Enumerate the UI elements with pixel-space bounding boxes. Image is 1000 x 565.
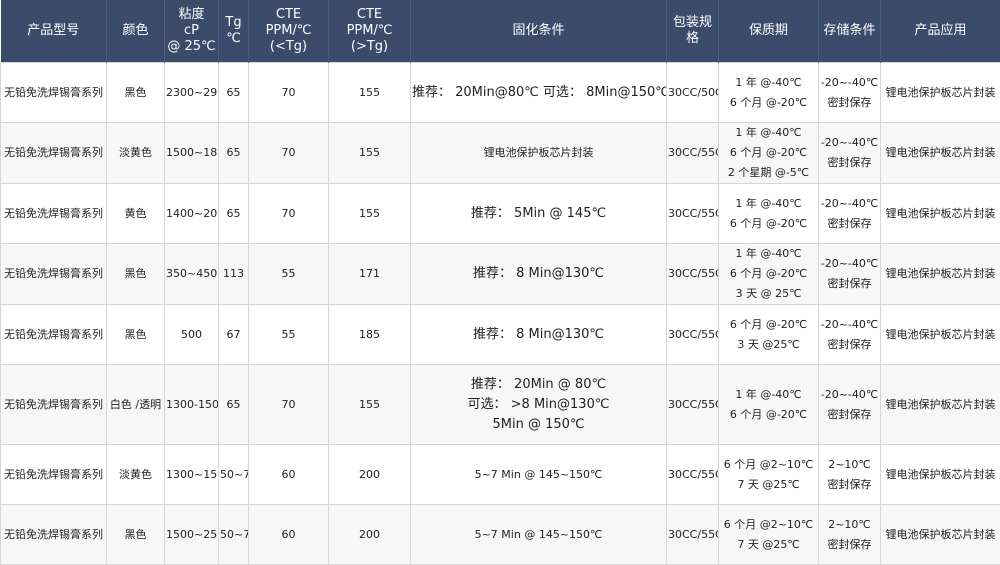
header-application: 产品应用 <box>881 0 1000 63</box>
cell-cure: 推荐： 5Min @ 145℃ <box>411 184 667 244</box>
cell-cte-low: 70 <box>249 184 329 244</box>
cell-storage: -20~-40℃ 密封保存 <box>819 244 881 305</box>
cell-cure: 锂电池保护板芯片封装 <box>411 123 667 184</box>
cell-storage: -20~-40℃ 密封保存 <box>819 63 881 123</box>
cell-cte-low: 55 <box>249 244 329 305</box>
cell-cte-high: 155 <box>329 365 411 445</box>
cell-cte-high: 200 <box>329 445 411 505</box>
table-row: 无铅免洗焊锡膏系列 黑色 350~450 113 55 171 推荐： 8 Mi… <box>1 244 1000 305</box>
cell-viscosity: 500 <box>165 305 219 365</box>
cell-application: 锂电池保护板芯片封装 <box>881 244 1000 305</box>
cell-color: 白色 /透明 <box>107 365 165 445</box>
cell-package: 30CC/50CC <box>667 63 719 123</box>
cell-application: 锂电池保护板芯片封装 <box>881 63 1000 123</box>
cell-model: 无铅免洗焊锡膏系列 <box>1 445 107 505</box>
cell-cte-low: 55 <box>249 305 329 365</box>
cell-shelf-life: 6 个月 @-20℃ 3 天 @25℃ <box>719 305 819 365</box>
cell-color: 黑色 <box>107 63 165 123</box>
header-model: 产品型号 <box>1 0 107 63</box>
cell-package: 30CC/55CC <box>667 305 719 365</box>
cell-shelf-life: 1 年 @-40℃ 6 个月 @-20℃ <box>719 63 819 123</box>
header-color: 颜色 <box>107 0 165 63</box>
table-row: 无铅免洗焊锡膏系列 黑色 2300~2900 65 70 155 推荐： 20M… <box>1 63 1000 123</box>
cell-viscosity: 1300~1500 <box>165 445 219 505</box>
cell-tg: 113 <box>219 244 249 305</box>
cell-shelf-life: 1 年 @-40℃ 6 个月 @-20℃ 2 个星期 @-5℃ <box>719 123 819 184</box>
cell-tg: 65 <box>219 123 249 184</box>
cell-color: 淡黄色 <box>107 445 165 505</box>
cell-color: 黑色 <box>107 305 165 365</box>
table-row: 无铅免洗焊锡膏系列 淡黄色 1300~1500 50~70 60 200 5~7… <box>1 445 1000 505</box>
cell-viscosity: 2300~2900 <box>165 63 219 123</box>
cell-package: 30CC/55CC <box>667 445 719 505</box>
cell-cte-low: 60 <box>249 445 329 505</box>
cell-cure: 推荐： 20Min@80℃ 可选： 8Min@150℃ <box>411 63 667 123</box>
cell-cte-low: 70 <box>249 63 329 123</box>
cell-tg: 65 <box>219 184 249 244</box>
table-row: 无铅免洗焊锡膏系列 黄色 1400~2000 65 70 155 推荐： 5Mi… <box>1 184 1000 244</box>
cell-storage: -20~-40℃ 密封保存 <box>819 184 881 244</box>
cell-tg: 67 <box>219 305 249 365</box>
cell-model: 无铅免洗焊锡膏系列 <box>1 305 107 365</box>
cell-tg: 50~70 <box>219 445 249 505</box>
cell-model: 无铅免洗焊锡膏系列 <box>1 123 107 184</box>
cell-application: 锂电池保护板芯片封装 <box>881 445 1000 505</box>
header-tg: Tg ℃ <box>219 0 249 63</box>
cell-color: 黄色 <box>107 184 165 244</box>
cell-cte-high: 155 <box>329 63 411 123</box>
cell-shelf-life: 1 年 @-40℃ 6 个月 @-20℃ <box>719 365 819 445</box>
cell-cte-high: 155 <box>329 184 411 244</box>
cell-tg: 65 <box>219 365 249 445</box>
cell-cure: 推荐： 8 Min@130℃ <box>411 244 667 305</box>
cell-viscosity: 1300-1500 <box>165 365 219 445</box>
cell-model: 无铅免洗焊锡膏系列 <box>1 244 107 305</box>
cell-viscosity: 350~450 <box>165 244 219 305</box>
cell-storage: 2~10℃ 密封保存 <box>819 445 881 505</box>
cell-package: 30CC/55CC <box>667 244 719 305</box>
cell-application: 锂电池保护板芯片封装 <box>881 123 1000 184</box>
header-cte-low: CTE PPM/℃ (<Tg) <box>249 0 329 63</box>
header-shelf-life: 保质期 <box>719 0 819 63</box>
table-row: 无铅免洗焊锡膏系列 黑色 500 67 55 185 推荐： 8 Min@130… <box>1 305 1000 365</box>
cell-application: 锂电池保护板芯片封装 <box>881 305 1000 365</box>
cell-tg: 65 <box>219 63 249 123</box>
cell-cte-high: 155 <box>329 123 411 184</box>
cell-model: 无铅免洗焊锡膏系列 <box>1 365 107 445</box>
cell-cure: 推荐： 8 Min@130℃ <box>411 305 667 365</box>
cell-model: 无铅免洗焊锡膏系列 <box>1 184 107 244</box>
table-row: 无铅免洗焊锡膏系列 白色 /透明 1300-1500 65 70 155 推荐：… <box>1 365 1000 445</box>
cell-storage: -20~-40℃ 密封保存 <box>819 365 881 445</box>
cell-storage: -20~-40℃ 密封保存 <box>819 305 881 365</box>
cell-viscosity: 1400~2000 <box>165 184 219 244</box>
cell-model: 无铅免洗焊锡膏系列 <box>1 63 107 123</box>
header-cte-high: CTE PPM/℃ (>Tg) <box>329 0 411 63</box>
cell-package: 30CC/55CC <box>667 123 719 184</box>
cell-cte-low: 70 <box>249 123 329 184</box>
cell-viscosity: 1500~1800 <box>165 123 219 184</box>
cell-cte-high: 185 <box>329 305 411 365</box>
table-row: 无铅免洗焊锡膏系列 淡黄色 1500~1800 65 70 155 锂电池保护板… <box>1 123 1000 184</box>
cell-application: 锂电池保护板芯片封装 <box>881 365 1000 445</box>
cell-shelf-life: 6 个月 @2~10℃ 7 天 @25℃ <box>719 445 819 505</box>
header-cure: 固化条件 <box>411 0 667 63</box>
header-viscosity: 粘度 cP @ 25℃ <box>165 0 219 63</box>
header-package: 包装规格 <box>667 0 719 63</box>
cell-cte-high: 171 <box>329 244 411 305</box>
product-spec-table: 产品型号 颜色 粘度 cP @ 25℃ Tg ℃ CTE PPM/℃ (<Tg)… <box>0 0 1000 565</box>
header-row: 产品型号 颜色 粘度 cP @ 25℃ Tg ℃ CTE PPM/℃ (<Tg)… <box>1 0 1000 63</box>
header-storage: 存储条件 <box>819 0 881 63</box>
cell-color: 黑色 <box>107 244 165 305</box>
cell-storage: -20~-40℃ 密封保存 <box>819 123 881 184</box>
cell-package: 30CC/55CC <box>667 365 719 445</box>
cell-package: 30CC/55CC <box>667 184 719 244</box>
cell-shelf-life: 1 年 @-40℃ 6 个月 @-20℃ <box>719 184 819 244</box>
cell-shelf-life: 1 年 @-40℃ 6 个月 @-20℃ 3 天 @ 25℃ <box>719 244 819 305</box>
cell-cure: 推荐： 20Min @ 80℃ 可选： >8 Min@130℃ 5Min @ 1… <box>411 365 667 445</box>
cell-cure: 5~7 Min @ 145~150℃ <box>411 445 667 505</box>
cell-application: 锂电池保护板芯片封装 <box>881 184 1000 244</box>
cell-color: 淡黄色 <box>107 123 165 184</box>
cell-cte-low: 70 <box>249 365 329 445</box>
